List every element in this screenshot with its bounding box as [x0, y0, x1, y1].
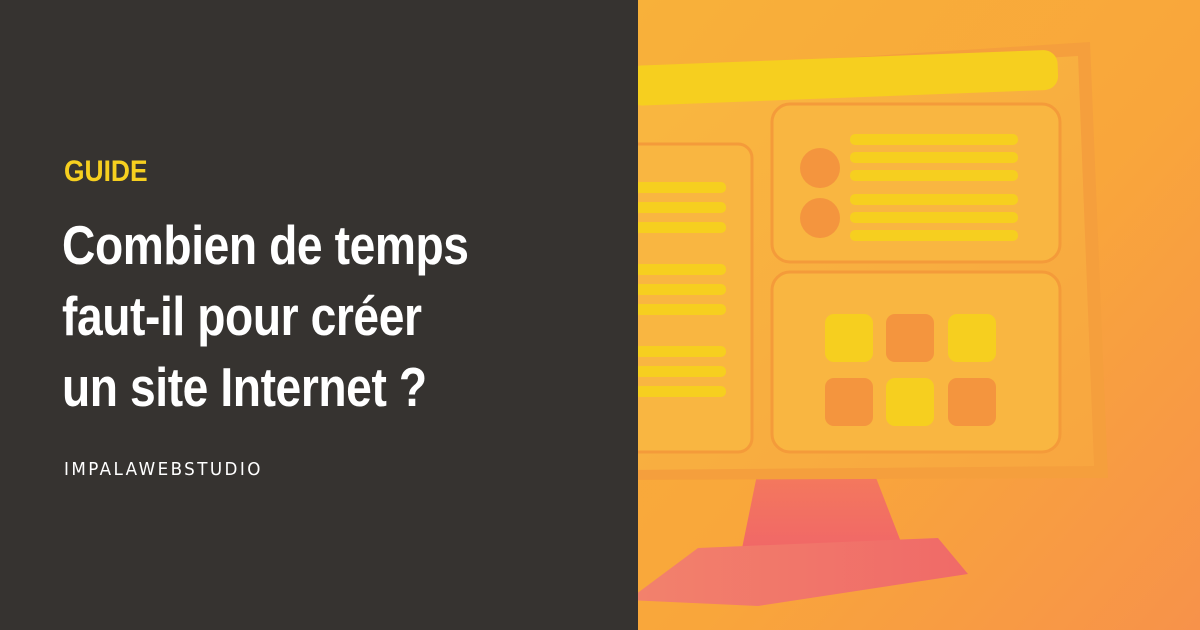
text-panel: GUIDE Combien de temps faut-il pour crée…	[0, 0, 638, 630]
grid-tile	[886, 314, 934, 362]
title-line: un site Internet ?	[62, 356, 427, 418]
page-title: Combien de temps faut-il pour créer un s…	[62, 210, 469, 423]
category-label: GUIDE	[64, 155, 148, 188]
profile-line	[850, 194, 1018, 205]
title-line: faut-il pour créer	[62, 285, 422, 347]
sidebar-line	[638, 202, 726, 213]
profile-line	[850, 230, 1018, 241]
grid-tile	[886, 378, 934, 426]
sidebar-line	[638, 386, 726, 397]
profile-line	[850, 152, 1018, 163]
brand-logo: IMPALAWEBSTUDIO	[64, 459, 263, 480]
grid-tile	[948, 314, 996, 362]
hero-illustration	[638, 0, 1200, 630]
grid-tile	[825, 378, 873, 426]
sidebar-line	[638, 222, 726, 233]
sidebar-line	[638, 264, 726, 275]
grid-tile	[948, 378, 996, 426]
profile-line	[850, 212, 1018, 223]
profile-line	[850, 170, 1018, 181]
grid-tile	[825, 314, 873, 362]
sidebar-line	[638, 284, 726, 295]
avatar-circle	[800, 198, 840, 238]
profile-line	[850, 134, 1018, 145]
monitor-illustration	[638, 0, 1200, 630]
sidebar-line	[638, 366, 726, 377]
sidebar-line	[638, 304, 726, 315]
sidebar-line	[638, 182, 726, 193]
avatar-circle	[800, 148, 840, 188]
sidebar-line	[638, 346, 726, 357]
title-line: Combien de temps	[62, 214, 469, 276]
og-image-banner: GUIDE Combien de temps faut-il pour crée…	[0, 0, 1200, 630]
